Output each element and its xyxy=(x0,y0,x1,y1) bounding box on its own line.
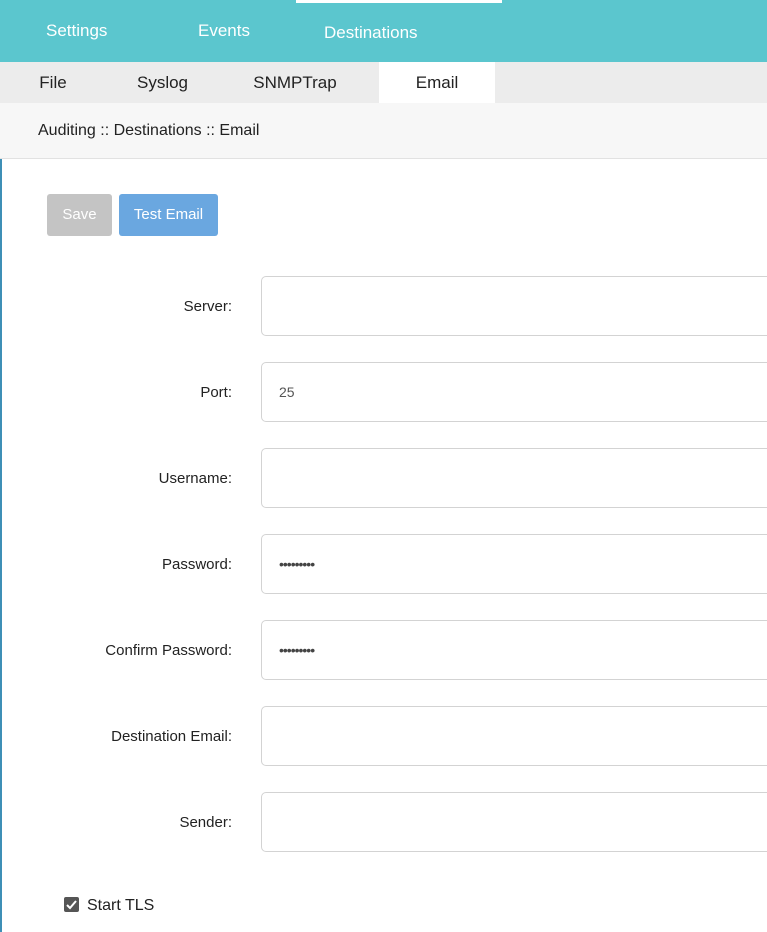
confirm-password-field[interactable]: ••••••••• xyxy=(261,620,767,680)
username-label: Username: xyxy=(158,470,232,487)
sender-label: Sender: xyxy=(179,814,232,831)
breadcrumb-bar: Auditing :: Destinations :: Email xyxy=(0,103,767,159)
destination-email-label: Destination Email: xyxy=(111,728,232,745)
password-label: Password: xyxy=(161,556,232,573)
breadcrumb: Auditing :: Destinations :: Email xyxy=(38,122,260,139)
subtab-snmptrap[interactable]: SNMPTrap xyxy=(245,62,345,103)
subtab-syslog[interactable]: Syslog xyxy=(125,62,200,103)
password-field[interactable]: ••••••••• xyxy=(261,534,767,594)
start-tls-option[interactable]: Start TLS xyxy=(64,897,154,915)
save-button[interactable]: Save xyxy=(47,194,112,236)
confirm-password-label: Confirm Password: xyxy=(105,642,232,659)
sender-field[interactable] xyxy=(261,792,767,852)
subtab-email[interactable]: Email xyxy=(379,62,495,103)
server-label: Server: xyxy=(183,298,232,315)
tab-destinations[interactable]: Destinations xyxy=(296,0,502,63)
checkbox-checked-icon[interactable] xyxy=(64,897,79,912)
start-tls-label: Start TLS xyxy=(87,897,155,914)
destination-email-field[interactable] xyxy=(261,706,767,766)
top-tab-bar: Settings Events Destinations xyxy=(0,0,767,62)
sub-tab-bar: File Syslog SNMPTrap Email xyxy=(0,62,767,104)
port-field[interactable]: 25 xyxy=(261,362,767,422)
server-field[interactable] xyxy=(261,276,767,336)
tab-settings[interactable]: Settings xyxy=(34,0,119,60)
tab-events[interactable]: Events xyxy=(186,0,262,60)
username-field[interactable] xyxy=(261,448,767,508)
test-email-button[interactable]: Test Email xyxy=(119,194,218,236)
port-label: Port: xyxy=(200,384,232,401)
subtab-file[interactable]: File xyxy=(28,62,78,103)
main-panel: Save Test Email Server: Port: 25 Usernam… xyxy=(0,159,767,932)
